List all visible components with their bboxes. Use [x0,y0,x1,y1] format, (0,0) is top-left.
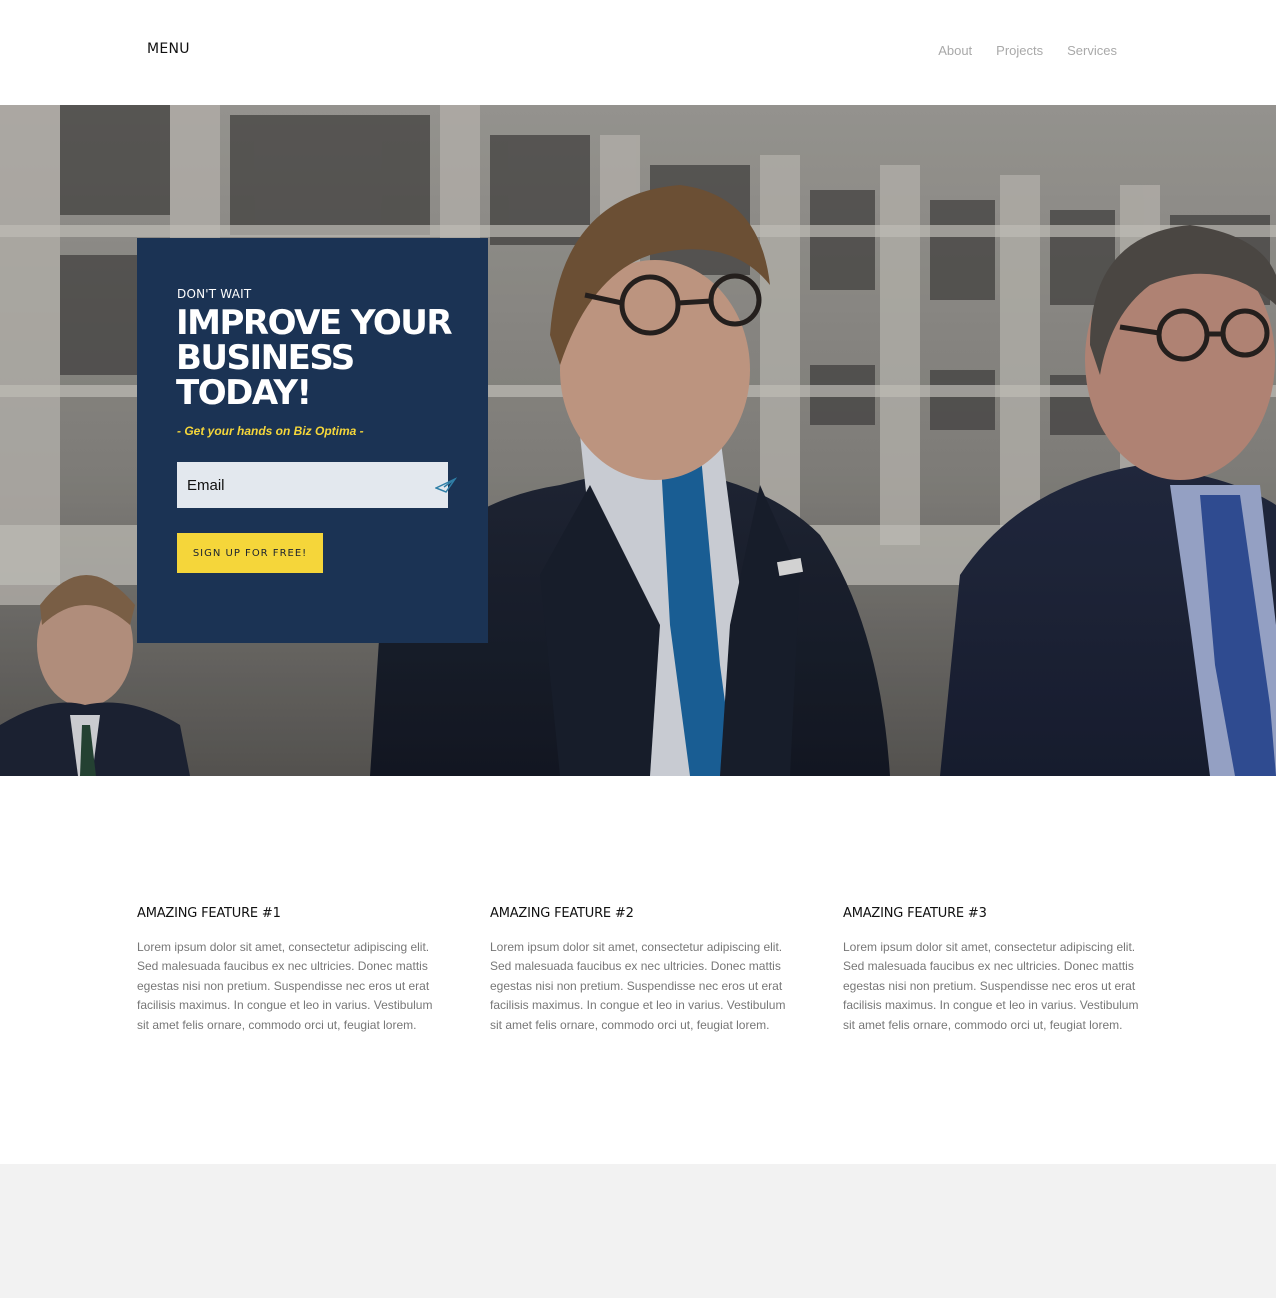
menu-button[interactable]: MENU [147,41,190,57]
email-field[interactable] [177,462,427,508]
feature-title: AMAZING FEATURE #3 [843,906,987,921]
site-footer [0,1164,1276,1298]
feature-title: AMAZING FEATURE #2 [490,906,634,921]
site-header: MENU About Projects Services [0,0,1276,105]
paper-plane-icon[interactable] [435,476,457,494]
nav-link-about[interactable]: About [938,43,972,58]
hero-tagline: - Get your hands on Biz Optima - [177,424,364,438]
feature-card: AMAZING FEATURE #3 Lorem ipsum dolor sit… [843,906,1143,1035]
feature-title: AMAZING FEATURE #1 [137,906,281,921]
signup-button[interactable]: SIGN UP FOR FREE! [177,533,323,573]
hero-eyebrow: DON'T WAIT [177,287,252,301]
signup-card: DON'T WAIT IMPROVE YOUR BUSINESS TODAY! … [137,238,488,643]
email-field-wrapper [177,462,457,508]
nav-link-services[interactable]: Services [1067,43,1117,58]
nav-link-projects[interactable]: Projects [996,43,1043,58]
feature-body: Lorem ipsum dolor sit amet, consectetur … [137,940,433,1032]
feature-card: AMAZING FEATURE #2 Lorem ipsum dolor sit… [490,906,790,1035]
feature-body: Lorem ipsum dolor sit amet, consectetur … [843,940,1139,1032]
features-section: AMAZING FEATURE #1 Lorem ipsum dolor sit… [0,776,1276,1164]
main-nav: About Projects Services [938,43,1117,58]
hero-headline: IMPROVE YOUR BUSINESS TODAY! [176,303,453,413]
feature-body: Lorem ipsum dolor sit amet, consectetur … [490,940,786,1032]
feature-card: AMAZING FEATURE #1 Lorem ipsum dolor sit… [137,906,437,1035]
